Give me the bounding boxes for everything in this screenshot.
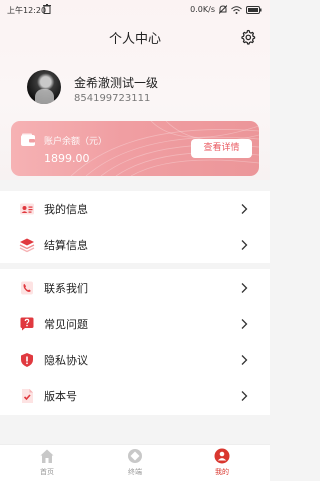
menu-item-my-info[interactable]: 我的信息: [0, 191, 270, 227]
menu-item-label: 我的信息: [44, 203, 88, 216]
phone-icon: [21, 281, 33, 295]
terminal-icon: [128, 449, 142, 463]
menu-group-info: 我的信息 结算信息: [0, 191, 270, 263]
menu-item-label: 常见问题: [44, 318, 88, 331]
tab-home[interactable]: 首页: [17, 448, 77, 480]
menu-group-support: 联系我们 常见问题 隐私协议 版本号: [0, 269, 270, 415]
balance-card: 账户余额（元） 1899.00 查看详情: [11, 121, 259, 176]
menu-item-settlement-info[interactable]: 结算信息: [0, 227, 270, 263]
question-icon: [20, 317, 34, 331]
chevron-right-icon: [241, 355, 248, 365]
person-icon: [214, 448, 230, 464]
tab-terminal[interactable]: 终端: [105, 448, 165, 480]
tab-label: 我的: [215, 468, 229, 476]
trash-icon: [43, 4, 51, 14]
balance-label: 账户余额（元）: [44, 137, 108, 147]
page-title: 个人中心: [108, 32, 161, 47]
menu-item-label: 联系我们: [44, 282, 88, 295]
balance-amount: 1899.00: [44, 152, 90, 165]
wallet-icon: [21, 133, 35, 146]
tab-label: 终端: [128, 468, 142, 476]
wifi-icon: [231, 5, 242, 14]
menu-item-label: 隐私协议: [44, 354, 88, 367]
status-time: 上午12:20: [7, 6, 47, 15]
network-speed: 0.0K/s: [190, 5, 215, 14]
chevron-right-icon: [241, 319, 248, 329]
status-bar: 上午12:20 0.0K/s: [0, 0, 270, 20]
chevron-right-icon: [241, 204, 248, 214]
home-icon: [40, 449, 54, 463]
id-card-icon: [20, 203, 34, 215]
user-phone: 854199723111: [74, 93, 151, 104]
menu-item-privacy-policy[interactable]: 隐私协议: [0, 342, 270, 378]
menu-item-label: 结算信息: [44, 239, 88, 252]
tab-label: 首页: [40, 468, 54, 476]
bottom-tab-bar: 首页 终端 我的: [0, 444, 270, 481]
menu-item-faq[interactable]: 常见问题: [0, 306, 270, 342]
user-name: 金希澈测试一级: [74, 76, 159, 90]
menu-item-label: 版本号: [44, 390, 77, 403]
chevron-right-icon: [241, 391, 248, 401]
menu-item-version[interactable]: 版本号: [0, 378, 270, 414]
view-details-button[interactable]: 查看详情: [191, 139, 252, 158]
document-icon: [22, 389, 33, 403]
menu-item-contact-us[interactable]: 联系我们: [0, 270, 270, 306]
chevron-right-icon: [241, 283, 248, 293]
avatar[interactable]: [27, 70, 61, 104]
shield-icon: [21, 353, 33, 367]
tab-mine[interactable]: 我的: [192, 448, 252, 480]
mute-icon: [219, 5, 227, 14]
settings-gear-icon[interactable]: [240, 29, 256, 45]
chevron-right-icon: [241, 240, 248, 250]
stack-icon: [19, 238, 35, 253]
battery-icon: [246, 5, 262, 14]
